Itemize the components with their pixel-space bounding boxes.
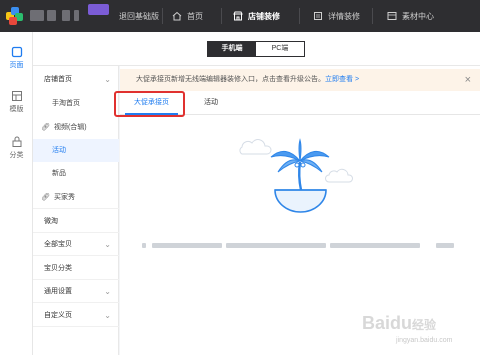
menu-item-custom-page[interactable]: 自定义页 ⌄ [33,304,119,327]
back-basic-version-link[interactable]: 退回基础版 [119,0,159,32]
notice-text: 大促承接页新增无线端编辑器装修入口，点击查看升级公告。 [136,76,325,83]
rail-item-category[interactable]: 分类 [0,136,33,160]
nav-material-center-label: 素材中心 [402,11,434,21]
left-rail: 页面 模版 分类 [0,32,33,355]
page-menu: 店铺首页 ⌄ 手淘首页 🔗︎ 视频(合辑) 活动 新品 🔗︎ 买家秀 微淘 全部… [33,66,119,355]
menu-item-label: 微淘 [44,218,58,225]
watermark-suffix: 经验 [412,318,437,332]
nav-home[interactable]: 首页 [172,0,203,32]
shop-badge [88,4,109,15]
home-icon [172,11,182,21]
blurred-shop-name [62,10,70,21]
divider [221,8,222,24]
category-icon [12,136,21,147]
rail-item-template-label: 模版 [9,106,24,113]
blurred-shop-name [74,10,79,21]
device-switch-bar: 手机端 PC端 [33,32,480,66]
nav-shop-decoration[interactable]: 店铺装修 [233,0,280,32]
page-icon [11,46,22,58]
close-icon[interactable]: × [465,69,471,91]
divider [299,8,300,24]
menu-item-product-category[interactable]: 宝贝分类 [33,257,119,280]
nav-home-label: 首页 [187,11,203,21]
empty-state-palm-tree-icon [239,138,353,213]
blurred-text [330,243,420,248]
upgrade-notice: 大促承接页新增无线端编辑器装修入口，点击查看升级公告。立即查看 > × [120,69,480,91]
chevron-down-icon[interactable]: ⌄ [104,304,111,327]
menu-item-label: 自定义页 [44,312,72,319]
divider [372,8,373,24]
menu-item-label: 视频(合辑) [53,124,87,131]
link-icon: 🔗︎ [41,194,50,201]
blurred-text [152,243,222,248]
menu-item-activity[interactable]: 活动 [33,139,119,162]
mobile-tab[interactable]: 手机端 [208,42,256,56]
shop-icon [233,11,243,21]
menu-item-label: 宝贝分类 [44,265,72,272]
divider [162,8,163,24]
blurred-text [226,243,326,248]
baidu-watermark: Baidu经验 jingyan.baidu.com [362,313,480,355]
nav-shop-decoration-label: 店铺装修 [248,11,280,21]
menu-item-label: 买家秀 [53,194,75,201]
blurred-text [436,243,454,248]
nav-material-center[interactable]: 素材中心 [387,0,434,32]
menu-item-label: 手淘首页 [52,100,80,107]
menu-item-weitao[interactable]: 微淘 [33,210,119,233]
material-icon [387,12,397,20]
menu-item-buyer-show[interactable]: 🔗︎ 买家秀 [33,186,119,209]
detail-icon [314,12,322,20]
nav-detail-decoration-label: 详情装修 [328,11,360,21]
rail-item-page[interactable]: 页面 [0,46,33,70]
menu-item-shop-home[interactable]: 店铺首页 ⌄ [33,68,119,91]
menu-item-label: 活动 [52,147,66,154]
app-logo-icon[interactable] [6,7,24,25]
highlight-box [114,91,185,117]
menu-item-label: 全部宝贝 [44,241,72,248]
menu-item-label: 店铺首页 [44,76,72,83]
link-icon: 🔗︎ [41,124,50,131]
menu-item-general-settings[interactable]: 通用设置 ⌄ [33,280,119,303]
nav-detail-decoration[interactable]: 详情装修 [313,0,360,32]
watermark-brand: Baidu [362,313,413,333]
blurred-text [142,243,146,248]
menu-item-new-products[interactable]: 新品 [33,162,119,185]
menu-item-taobao-home[interactable]: 手淘首页 [33,92,119,115]
chevron-down-icon[interactable]: ⌄ [104,233,111,256]
watermark-url: jingyan.baidu.com [396,337,453,344]
menu-item-video[interactable]: 🔗︎ 视频(合辑) [33,116,119,139]
chevron-down-icon[interactable]: ⌄ [104,280,111,303]
menu-item-label: 通用设置 [44,288,72,295]
device-switch: 手机端 PC端 [207,41,305,57]
rail-item-category-label: 分类 [9,152,24,159]
menu-item-all-products[interactable]: 全部宝贝 ⌄ [33,233,119,256]
tab-activity[interactable]: 活动 [196,93,226,115]
rail-item-template[interactable]: 模版 [0,90,33,114]
template-icon [11,91,22,101]
blurred-shop-name [47,10,56,21]
notice-link[interactable]: 立即查看 > [325,76,359,83]
back-basic-version-label: 退回基础版 [119,11,159,21]
pc-tab[interactable]: PC端 [256,42,304,56]
top-navigation-bar: 退回基础版 首页 店铺装修 详情装修 素材中心 [0,0,480,32]
menu-item-label: 新品 [52,170,66,177]
chevron-down-icon[interactable]: ⌄ [104,68,111,91]
rail-item-page-label: 页面 [9,62,24,69]
blurred-shop-name [30,10,44,21]
